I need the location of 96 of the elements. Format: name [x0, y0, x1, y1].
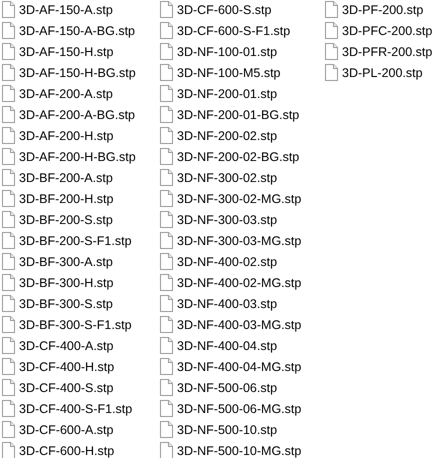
- file-item[interactable]: 3D-AF-200-H.stp: [0, 125, 158, 146]
- file-item[interactable]: 3D-NF-500-06-MG.stp: [158, 398, 323, 419]
- file-icon: [2, 64, 15, 81]
- file-item[interactable]: 3D-CF-400-A.stp: [0, 335, 158, 356]
- file-item[interactable]: 3D-BF-200-A.stp: [0, 167, 158, 188]
- file-item[interactable]: 3D-NF-400-02.stp: [158, 251, 323, 272]
- file-icon: [2, 169, 15, 186]
- file-icon: [160, 85, 173, 102]
- file-item[interactable]: 3D-AF-200-H-BG.stp: [0, 146, 158, 167]
- file-item[interactable]: 3D-NF-100-M5.stp: [158, 62, 323, 83]
- file-icon: [2, 253, 15, 270]
- file-item[interactable]: 3D-BF-200-S-F1.stp: [0, 230, 158, 251]
- file-icon: [2, 295, 15, 312]
- file-icon: [325, 64, 338, 81]
- file-item[interactable]: 3D-NF-200-01-BG.stp: [158, 104, 323, 125]
- file-icon: [2, 358, 15, 375]
- file-item[interactable]: 3D-NF-500-10-MG.stp: [158, 440, 323, 458]
- file-item[interactable]: 3D-NF-300-03-MG.stp: [158, 230, 323, 251]
- file-icon: [2, 22, 15, 39]
- file-icon: [160, 295, 173, 312]
- file-item[interactable]: 3D-NF-500-10.stp: [158, 419, 323, 440]
- file-item[interactable]: 3D-NF-300-02.stp: [158, 167, 323, 188]
- file-icon: [2, 316, 15, 333]
- file-item[interactable]: 3D-PF-200.stp: [323, 0, 437, 20]
- file-icon: [2, 190, 15, 207]
- file-icon: [160, 127, 173, 144]
- file-icon: [160, 22, 173, 39]
- file-item[interactable]: 3D-NF-300-03.stp: [158, 209, 323, 230]
- file-icon: [2, 127, 15, 144]
- file-icon: [160, 190, 173, 207]
- file-icon: [2, 274, 15, 291]
- file-item[interactable]: 3D-BF-300-S-F1.stp: [0, 314, 158, 335]
- file-icon: [2, 1, 15, 18]
- file-item[interactable]: 3D-CF-600-A.stp: [0, 419, 158, 440]
- file-item[interactable]: 3D-NF-200-02-BG.stp: [158, 146, 323, 167]
- file-item[interactable]: 3D-CF-400-S-F1.stp: [0, 398, 158, 419]
- file-item[interactable]: 3D-NF-400-04-MG.stp: [158, 356, 323, 377]
- file-icon: [2, 211, 15, 228]
- file-icon: [2, 379, 15, 396]
- file-item[interactable]: 3D-PFC-200.stp: [323, 20, 437, 41]
- file-item[interactable]: 3D-NF-400-03-MG.stp: [158, 314, 323, 335]
- file-item[interactable]: 3D-NF-100-01.stp: [158, 41, 323, 62]
- file-icon: [2, 337, 15, 354]
- file-icon: [160, 442, 173, 458]
- file-item[interactable]: 3D-AF-150-A.stp: [0, 0, 158, 20]
- file-icon: [2, 232, 15, 249]
- file-item[interactable]: 3D-NF-400-03.stp: [158, 293, 323, 314]
- file-icon: [160, 232, 173, 249]
- file-item[interactable]: 3D-CF-400-S.stp: [0, 377, 158, 398]
- file-item[interactable]: 3D-BF-200-S.stp: [0, 209, 158, 230]
- file-item[interactable]: 3D-NF-400-04.stp: [158, 335, 323, 356]
- file-icon: [2, 400, 15, 417]
- file-icon: [160, 169, 173, 186]
- file-item[interactable]: 3D-BF-200-H.stp: [0, 188, 158, 209]
- file-item[interactable]: 3D-BF-300-S.stp: [0, 293, 158, 314]
- file-icon: [325, 43, 338, 60]
- file-icon: [160, 64, 173, 81]
- file-icon: [2, 421, 15, 438]
- file-item[interactable]: 3D-AF-200-A-BG.stp: [0, 104, 158, 125]
- file-icon: [160, 337, 173, 354]
- file-icon: [160, 43, 173, 60]
- file-item[interactable]: 3D-PL-200.stp: [323, 62, 437, 83]
- file-item[interactable]: 3D-NF-500-06.stp: [158, 377, 323, 398]
- file-icon: [2, 148, 15, 165]
- file-icon: [160, 211, 173, 228]
- file-icon: [160, 148, 173, 165]
- file-item[interactable]: 3D-CF-600-S.stp: [158, 0, 323, 20]
- file-item[interactable]: 3D-BF-300-H.stp: [0, 272, 158, 293]
- file-icon: [160, 421, 173, 438]
- file-icon: [160, 253, 173, 270]
- file-item[interactable]: 3D-BF-300-A.stp: [0, 251, 158, 272]
- file-icon: [2, 106, 15, 123]
- file-icon: [325, 22, 338, 39]
- file-icon: [160, 400, 173, 417]
- file-item[interactable]: 3D-CF-600-H.stp: [0, 440, 158, 458]
- file-item[interactable]: 3D-PFR-200.stp: [323, 41, 437, 62]
- file-item[interactable]: 3D-NF-200-01.stp: [158, 83, 323, 104]
- file-item[interactable]: 3D-NF-200-02.stp: [158, 125, 323, 146]
- file-icon: [160, 379, 173, 396]
- file-item[interactable]: 3D-NF-300-02-MG.stp: [158, 188, 323, 209]
- file-item[interactable]: 3D-AF-150-H-BG.stp: [0, 62, 158, 83]
- file-icon: [160, 358, 173, 375]
- file-item[interactable]: 3D-CF-600-S-F1.stp: [158, 20, 323, 41]
- file-icon: [160, 106, 173, 123]
- file-item[interactable]: 3D-NF-400-02-MG.stp: [158, 272, 323, 293]
- file-icon: [2, 442, 15, 458]
- file-icon: [325, 1, 338, 18]
- file-icon: [160, 316, 173, 333]
- file-item[interactable]: 3D-AF-200-A.stp: [0, 83, 158, 104]
- file-icon: [2, 43, 15, 60]
- file-item[interactable]: 3D-AF-150-H.stp: [0, 41, 158, 62]
- file-icon: [2, 85, 15, 102]
- file-icon: [160, 274, 173, 291]
- file-icon: [160, 1, 173, 18]
- file-item[interactable]: 3D-CF-400-H.stp: [0, 356, 158, 377]
- file-item[interactable]: 3D-AF-150-A-BG.stp: [0, 20, 158, 41]
